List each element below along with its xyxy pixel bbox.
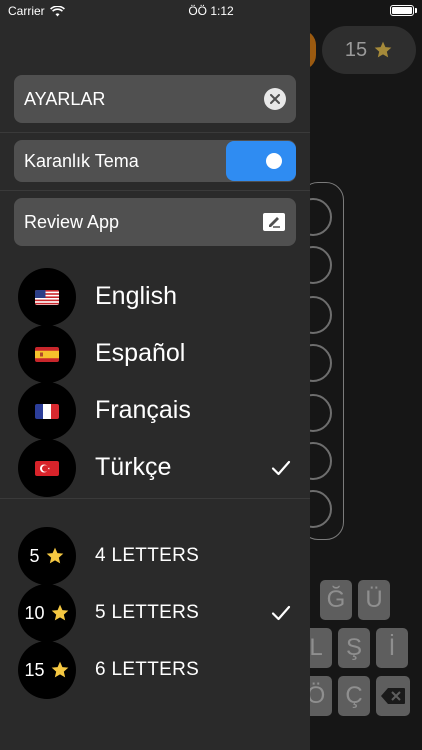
keyboard-row-3: Ö Ç	[300, 676, 410, 716]
level-stars: 10	[24, 602, 45, 623]
flag-badge	[18, 382, 76, 440]
close-button[interactable]	[264, 88, 286, 110]
level-label: 6 LETTERS	[95, 658, 200, 680]
divider	[0, 132, 310, 133]
dark-theme-toggle[interactable]	[226, 141, 296, 181]
compose-icon	[263, 213, 285, 231]
key[interactable]: Ü	[358, 580, 390, 620]
review-app-label: Review App	[24, 211, 120, 232]
star-icon	[46, 547, 63, 564]
level-item-5-letters[interactable]: 10 5 LETTERS	[0, 584, 310, 642]
level-item-4-letters[interactable]: 5 4 LETTERS	[0, 527, 310, 585]
flag-badge	[18, 439, 76, 497]
score-pill[interactable]: 15	[322, 26, 416, 74]
status-bar: Carrier ÖÖ 1:12	[0, 0, 422, 22]
level-stars: 5	[29, 545, 40, 566]
battery-icon	[390, 5, 417, 16]
language-label: Français	[95, 396, 191, 424]
keyboard-row-2: L Ş İ	[300, 628, 408, 668]
language-item-spanish[interactable]: Español	[0, 325, 310, 383]
key[interactable]: Ç	[338, 676, 370, 716]
france-flag-icon	[35, 403, 59, 419]
level-label: 4 LETTERS	[95, 544, 200, 566]
language-label: Español	[95, 339, 186, 367]
check-icon	[271, 460, 291, 475]
divider	[0, 498, 310, 499]
spain-flag-icon	[35, 346, 59, 362]
language-item-turkish[interactable]: Türkçe	[0, 439, 310, 497]
language-item-english[interactable]: English	[0, 268, 310, 326]
score-value: 15	[344, 38, 368, 61]
dark-theme-row: Karanlık Tema	[14, 140, 296, 182]
level-badge: 10	[18, 584, 76, 642]
key[interactable]: Ğ	[320, 580, 352, 620]
level-badge: 15	[18, 641, 76, 699]
level-label: 5 LETTERS	[95, 601, 200, 623]
level-badge: 5	[18, 527, 76, 585]
review-app-button[interactable]: Review App	[14, 198, 296, 246]
status-time: ÖÖ 1:12	[188, 4, 234, 18]
check-icon	[271, 605, 291, 620]
language-label: Türkçe	[95, 453, 172, 481]
language-item-french[interactable]: Français	[0, 382, 310, 440]
keyboard-row-1: Ğ Ü	[320, 580, 390, 620]
divider	[0, 190, 310, 191]
dark-theme-label: Karanlık Tema	[24, 150, 139, 171]
settings-drawer: AYARLAR Karanlık Tema Review App English…	[0, 0, 310, 750]
language-label: English	[95, 282, 177, 310]
flag-badge	[18, 325, 76, 383]
settings-header: AYARLAR	[14, 75, 296, 123]
toggle-knob	[266, 153, 282, 169]
level-stars: 15	[24, 659, 45, 680]
key[interactable]: Ş	[338, 628, 370, 668]
us-flag-icon	[35, 289, 59, 305]
level-item-6-letters[interactable]: 15 6 LETTERS	[0, 641, 310, 699]
settings-title: AYARLAR	[24, 88, 106, 109]
star-icon	[51, 604, 68, 621]
close-icon	[270, 94, 280, 104]
key[interactable]: İ	[376, 628, 408, 668]
star-icon	[51, 661, 68, 678]
flag-badge	[18, 268, 76, 326]
backspace-key[interactable]	[376, 676, 410, 716]
turkey-flag-icon	[35, 460, 59, 476]
star-icon	[374, 41, 392, 58]
backspace-icon	[381, 688, 405, 704]
